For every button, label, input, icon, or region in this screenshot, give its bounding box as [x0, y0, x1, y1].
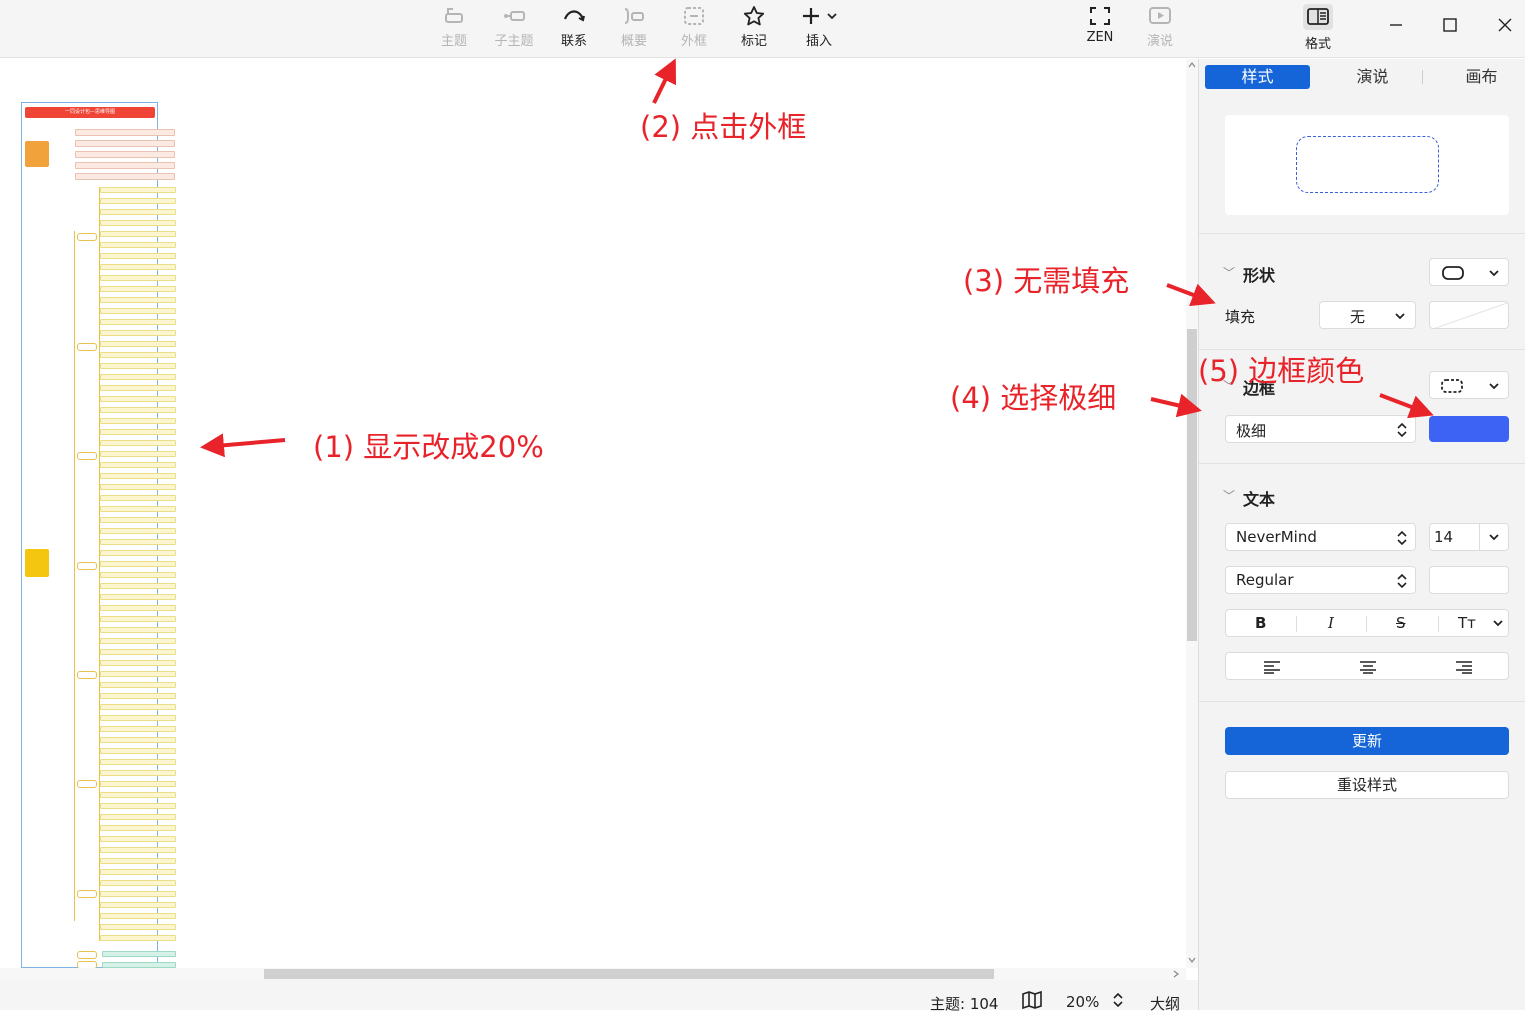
arrow-to-boundary	[652, 58, 677, 104]
arrow-to-weight	[1150, 393, 1202, 418]
arrow-to-fill	[1166, 283, 1216, 307]
annotation-arrows	[200, 58, 1434, 458]
arrow-to-color	[1379, 393, 1434, 419]
arrow-to-canvas	[200, 433, 286, 458]
